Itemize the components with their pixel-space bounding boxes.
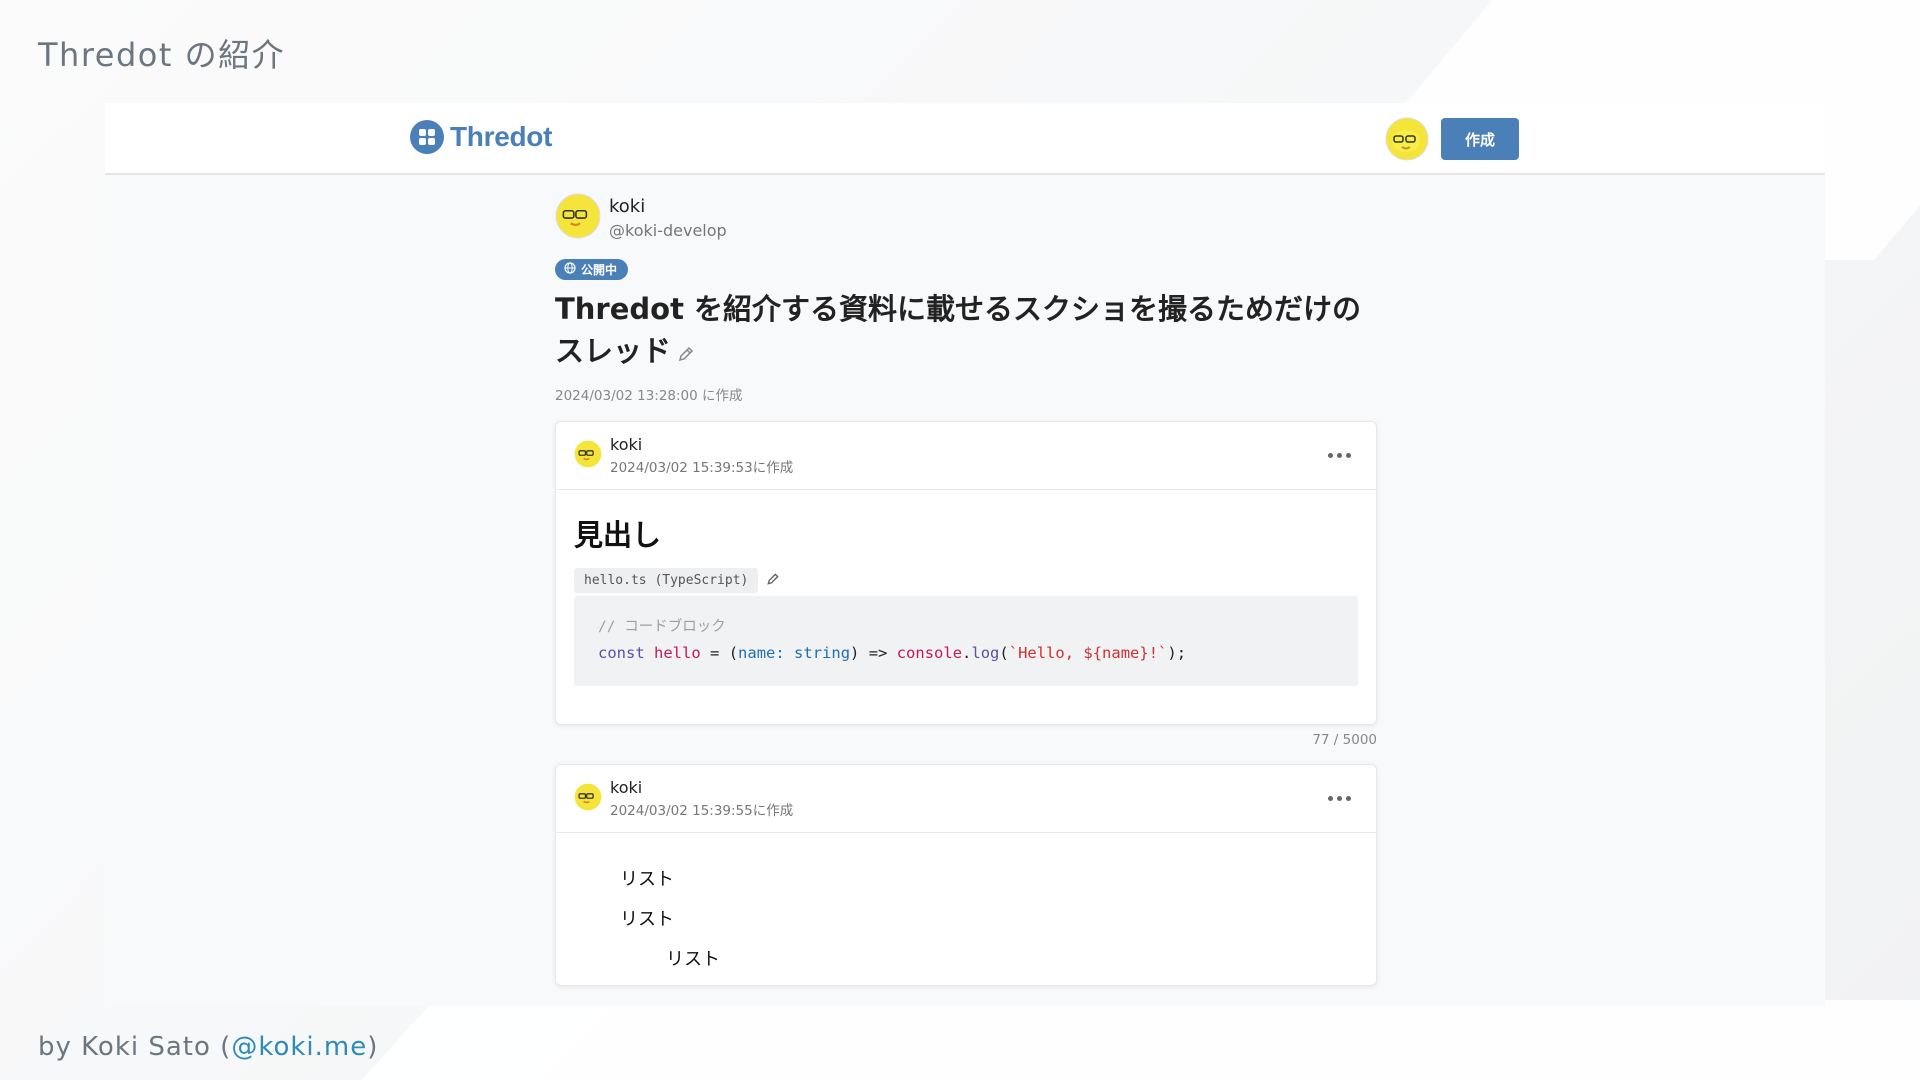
thread-author: koki @koki-develop: [555, 193, 1377, 243]
code-file-row: hello.ts (TypeScript): [574, 568, 1358, 593]
post-body: リスト リスト リスト: [556, 833, 1376, 971]
code-comment: // コードブロック: [598, 619, 726, 635]
logo-icon: [410, 120, 444, 154]
post-avatar[interactable]: [574, 440, 602, 472]
visibility-badge: 公開中: [555, 259, 629, 280]
list-item: リスト: [620, 869, 674, 890]
post-avatar[interactable]: [574, 783, 602, 815]
slide-decoration-bottom: [325, 1000, 1920, 1080]
author-avatar[interactable]: [555, 193, 601, 243]
post-time: 2024/03/02 15:39:55に作成: [610, 803, 794, 819]
slide-footer: by Koki Sato (@koki.me): [38, 1032, 378, 1062]
post-time: 2024/03/02 15:39:53に作成: [610, 460, 794, 476]
thread-content: koki @koki-develop 公開中 Thredot を紹介する資料に載…: [555, 193, 1377, 986]
nested-list-item: リスト: [666, 949, 720, 970]
footer-link[interactable]: @koki.me: [231, 1032, 367, 1062]
edit-title-icon[interactable]: [677, 332, 695, 374]
thread-title-text: Thredot を紹介する資料に載せるスクショを撮るためだけのスレッド: [555, 292, 1362, 368]
post-user: koki: [610, 435, 643, 454]
more-options-button[interactable]: [1328, 790, 1354, 806]
code-block: // コードブロック const hello = (name: string) …: [574, 596, 1358, 686]
create-button[interactable]: 作成: [1441, 118, 1519, 160]
post-header: koki 2024/03/02 15:39:53に作成: [556, 422, 1376, 490]
author-handle: @koki-develop: [609, 221, 727, 240]
post-card: koki 2024/03/02 15:39:55に作成 リスト リスト リスト: [555, 764, 1377, 986]
slide-title: Thredot の紹介: [38, 36, 286, 74]
post-heading: 見出し: [574, 518, 662, 552]
post-user: koki: [610, 778, 643, 797]
globe-icon: [564, 262, 576, 277]
app-screenshot: Thredot 作成 koki @koki-develop 公開中 Thredo…: [105, 103, 1825, 1006]
post-card: koki 2024/03/02 15:39:53に作成 見出し hello.ts…: [555, 421, 1377, 725]
post-body: 見出し hello.ts (TypeScript) // コードブロック con…: [556, 490, 1376, 724]
brand-name: Thredot: [450, 121, 553, 152]
more-options-button[interactable]: [1328, 447, 1354, 463]
brand-logo[interactable]: Thredot: [410, 120, 552, 154]
nested-list: リスト: [620, 945, 1358, 971]
edit-filename-icon[interactable]: [766, 571, 780, 590]
user-avatar[interactable]: [1385, 117, 1429, 165]
author-name: koki: [609, 196, 646, 217]
footer-author: by Koki Sato (: [38, 1032, 232, 1062]
bullet-list: リスト リスト リスト: [596, 865, 1358, 971]
list-item: リスト リスト: [620, 905, 1358, 971]
thread-title: Thredot を紹介する資料に載せるスクショを撮るためだけのスレッド: [555, 288, 1377, 374]
code-line: const hello = (name: string) => console.…: [598, 644, 1187, 662]
character-counter: 77 / 5000: [1312, 732, 1377, 748]
thread-created-at: 2024/03/02 13:28:00 に作成: [555, 388, 743, 404]
code-filename[interactable]: hello.ts (TypeScript): [574, 568, 759, 593]
app-header: Thredot 作成: [105, 103, 1825, 175]
visibility-label: 公開中: [581, 263, 618, 277]
post-header: koki 2024/03/02 15:39:55に作成: [556, 765, 1376, 833]
footer-suffix: ): [367, 1032, 379, 1062]
